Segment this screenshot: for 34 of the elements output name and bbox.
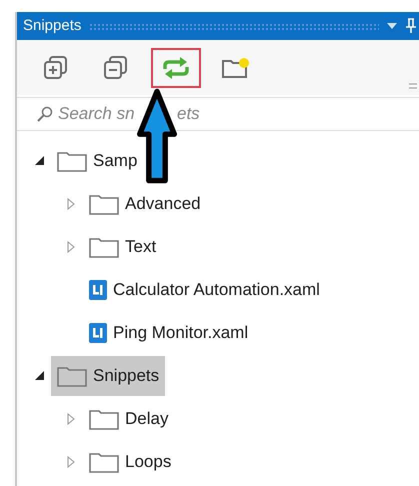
refresh-button[interactable]	[151, 48, 201, 88]
tree-item[interactable]: Text	[83, 226, 156, 266]
options-icon[interactable]	[409, 83, 417, 89]
search-field[interactable]: Search sn	[58, 101, 134, 127]
search-placeholder-tail: ets	[177, 103, 200, 126]
tree-item[interactable]: Calculator Automation.xaml	[83, 270, 320, 310]
folder-icon	[89, 192, 119, 214]
collapsed-arrow-icon[interactable]	[67, 240, 75, 252]
tree-item[interactable]: Snippets	[51, 356, 166, 396]
tree-item[interactable]: Loops	[83, 442, 172, 482]
pin-icon[interactable]	[405, 18, 417, 34]
folder-icon	[89, 408, 119, 430]
new-folder-icon	[221, 56, 251, 80]
expand-all-icon	[43, 54, 69, 80]
collapsed-arrow-icon[interactable]	[67, 456, 75, 468]
folder-icon	[57, 150, 87, 172]
collapsed-arrow-icon[interactable]	[67, 198, 75, 210]
collapse-all-icon	[103, 54, 129, 80]
tree-item[interactable]: Advanced	[83, 184, 201, 224]
refresh-icon	[162, 56, 190, 80]
folder-icon	[89, 236, 119, 258]
workflow-file-icon	[89, 280, 107, 300]
tree-item[interactable]: Ping Monitor.xaml	[83, 312, 248, 352]
folder-icon	[89, 450, 119, 472]
expanded-arrow-icon[interactable]	[34, 371, 44, 380]
workflow-file-icon	[89, 322, 107, 342]
panel-title: Snippets	[23, 16, 82, 36]
search-icon	[37, 106, 53, 122]
folder-icon	[57, 364, 87, 386]
collapsed-arrow-icon[interactable]	[67, 412, 75, 424]
tree-item[interactable]: Samp	[51, 140, 138, 180]
dropdown-icon[interactable]	[387, 23, 397, 29]
expanded-arrow-icon[interactable]	[34, 156, 44, 165]
tree-item[interactable]: Delay	[83, 398, 168, 438]
